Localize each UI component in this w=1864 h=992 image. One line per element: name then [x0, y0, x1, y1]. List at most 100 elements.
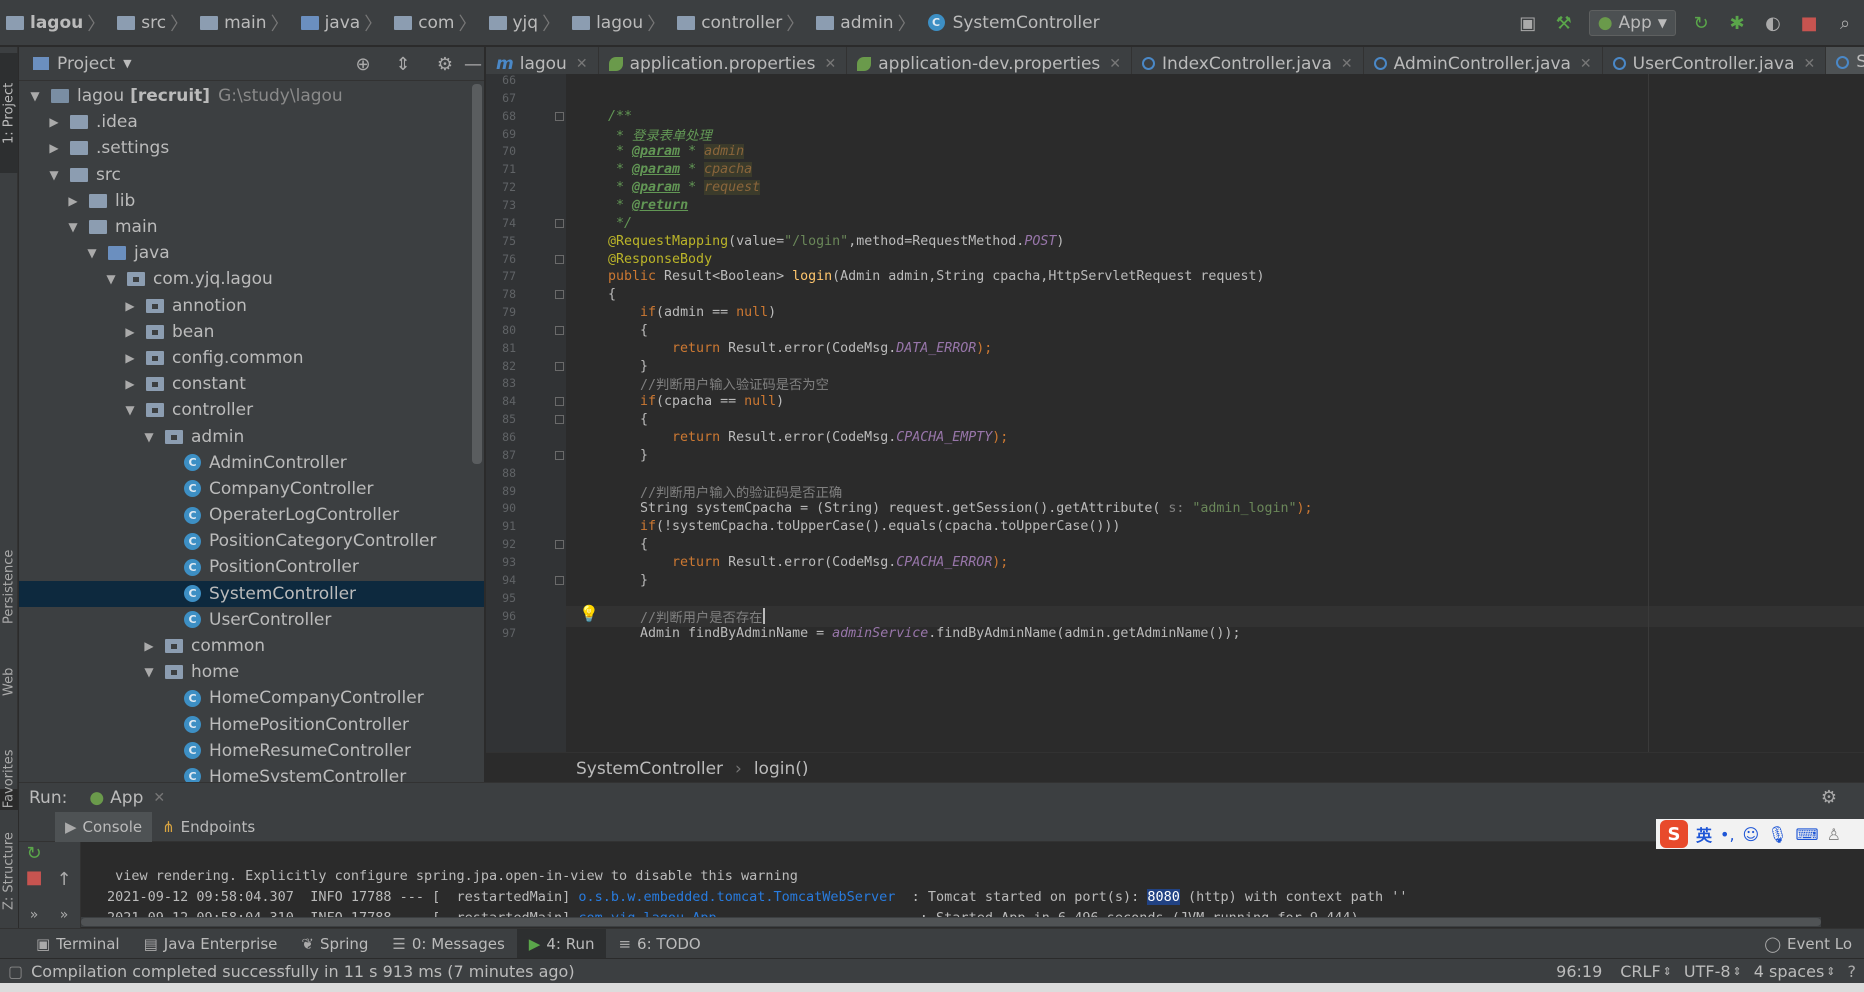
fold-marker-icon[interactable] [555, 218, 564, 228]
tree-item[interactable]: C HomeResumeController [19, 738, 484, 764]
expand-arrow-icon[interactable]: ▼ [67, 220, 79, 234]
gear-icon[interactable]: ⚙ [1818, 787, 1840, 809]
todo-tab[interactable]: ≡ 6: TODO [606, 929, 712, 959]
expand-arrow-icon[interactable]: ▼ [29, 89, 41, 103]
microphone-icon[interactable]: 🎙 [1767, 825, 1787, 844]
console-scrollbar[interactable] [81, 917, 1821, 927]
tree-item[interactable]: ▼ lagou [recruit] G:\study\lagou [19, 83, 484, 109]
locate-icon[interactable]: ⊕ [352, 53, 374, 75]
encoding-select[interactable]: UTF-8 [1684, 962, 1731, 981]
fold-marker-icon[interactable] [555, 254, 564, 264]
persistence-tool-button[interactable]: Persistence [0, 537, 18, 637]
run-tab[interactable]: ▶ 4: Run [516, 928, 607, 959]
status-message[interactable]: Compilation completed successfully in 11… [31, 962, 574, 981]
lock-icon[interactable]: ? [1848, 962, 1857, 981]
gear-icon[interactable]: ⚙ [434, 53, 456, 75]
tree-item[interactable]: C SystemController [19, 580, 484, 607]
project-tool-button[interactable]: 1: Project [0, 53, 18, 173]
collapse-arrow-icon[interactable]: ▶ [124, 325, 136, 339]
chevron-down-icon[interactable]: ▼ [123, 57, 131, 70]
expand-arrow-icon[interactable]: ▼ [124, 403, 136, 417]
breadcrumb-systemcontroller[interactable]: C SystemController [927, 13, 1100, 33]
tree-item[interactable]: ▼ admin [19, 423, 484, 449]
stop-icon[interactable]: ■ [23, 866, 45, 888]
expand-arrow-icon[interactable]: ▼ [48, 168, 60, 182]
hide-panel-icon[interactable]: — [462, 53, 484, 75]
line-separator-select[interactable]: CRLF [1620, 962, 1660, 981]
project-view-select[interactable]: Project [57, 54, 115, 74]
coverage-icon[interactable]: ◐ [1762, 12, 1784, 34]
tree-item[interactable]: ▼ src [19, 162, 484, 188]
tree-item[interactable]: ▶ lib [19, 188, 484, 214]
tree-item[interactable]: ▶ .settings [19, 135, 484, 161]
editor-breadcrumb-method[interactable]: login() [754, 759, 809, 779]
tree-item[interactable]: C OperaterLogController [19, 502, 484, 528]
expand-arrow-icon[interactable]: ▼ [143, 430, 155, 444]
breadcrumb-main[interactable]: main 〉 [200, 10, 294, 36]
event-log-tab[interactable]: ◯ Event Lo [1752, 929, 1864, 959]
caret-position[interactable]: 96:19 [1556, 962, 1602, 981]
expand-arrow-icon[interactable]: ▼ [143, 665, 155, 679]
tree-item[interactable]: ▶ config.common [19, 345, 484, 371]
close-icon[interactable]: ✕ [1580, 56, 1592, 72]
expand-arrow-icon[interactable]: ▼ [105, 272, 117, 286]
ime-language-toggle[interactable]: 英 [1696, 822, 1712, 846]
console-tab[interactable]: ▶ Console [55, 811, 153, 842]
close-icon[interactable]: ✕ [1109, 56, 1121, 72]
web-tool-button[interactable]: Web [0, 652, 18, 712]
fold-marker-icon[interactable] [555, 111, 564, 121]
tree-item[interactable]: ▶ annotion [19, 293, 484, 319]
collapse-arrow-icon[interactable]: ▶ [124, 351, 136, 365]
tree-item[interactable]: C PositionCategoryController [19, 528, 484, 554]
java-enterprise-tab[interactable]: ▤ Java Enterprise [132, 929, 290, 959]
fold-marker-icon[interactable] [555, 575, 564, 585]
breadcrumb-src[interactable]: src 〉 [117, 10, 194, 36]
breadcrumb-com[interactable]: com 〉 [394, 10, 482, 36]
endpoints-tab[interactable]: ⋔ Endpoints [152, 818, 265, 836]
debug-icon[interactable]: ✱ [1726, 12, 1748, 34]
tree-item[interactable]: C HomeSystemController [19, 764, 484, 783]
tree-item[interactable]: ▼ main [19, 214, 484, 240]
tree-item[interactable]: C UserController [19, 607, 484, 633]
collapse-arrow-icon[interactable]: ▶ [124, 377, 136, 391]
more-icon[interactable]: » [53, 904, 75, 926]
spring-tab[interactable]: ❦ Spring [289, 929, 380, 959]
collapse-arrow-icon[interactable]: ▶ [67, 194, 79, 208]
project-scrollbar[interactable] [472, 84, 482, 464]
close-icon[interactable]: ✕ [576, 56, 588, 72]
fold-marker-icon[interactable] [555, 450, 564, 460]
collapse-arrow-icon[interactable]: ▶ [124, 299, 136, 313]
project-structure-icon[interactable]: ▣ [1517, 12, 1539, 34]
rerun-icon[interactable]: ↻ [1690, 12, 1712, 34]
punctuation-icon[interactable]: •, [1720, 825, 1735, 844]
tree-item[interactable]: ▼ com.yjq.lagou [19, 266, 484, 292]
tree-item[interactable]: ▼ home [19, 659, 484, 685]
tree-item[interactable]: C HomeCompanyController [19, 685, 484, 711]
collapse-arrow-icon[interactable]: ▶ [143, 639, 155, 653]
tree-item[interactable]: ▼ java [19, 240, 484, 266]
breadcrumb-controller[interactable]: controller 〉 [677, 10, 810, 36]
editor-breadcrumb-class[interactable]: SystemController [576, 759, 723, 779]
run-config-tab[interactable]: App [110, 788, 143, 808]
user-icon[interactable]: ♙ [1827, 825, 1841, 844]
close-icon[interactable]: ✕ [1341, 56, 1353, 72]
expand-arrow-icon[interactable]: ▼ [86, 246, 98, 260]
tree-item[interactable]: ▶ bean [19, 319, 484, 345]
terminal-tab[interactable]: ▣ Terminal [24, 929, 132, 959]
fold-marker-icon[interactable] [555, 415, 564, 425]
breadcrumb-lagou[interactable]: lagou 〉 [572, 10, 671, 36]
fold-marker-icon[interactable] [555, 325, 564, 335]
close-icon[interactable]: ✕ [153, 790, 165, 806]
build-hammer-icon[interactable]: ⚒ [1553, 12, 1575, 34]
fold-marker-icon[interactable] [555, 361, 564, 371]
fold-marker-icon[interactable] [555, 540, 564, 550]
collapse-all-icon[interactable]: ⇕ [392, 53, 414, 75]
breadcrumb-project[interactable]: lagou 〉 [6, 10, 111, 36]
tree-item[interactable]: ▶ common [19, 633, 484, 659]
tree-item[interactable]: ▶ constant [19, 371, 484, 397]
breadcrumb-admin[interactable]: admin 〉 [816, 10, 921, 36]
breadcrumb-yjq[interactable]: yjq 〉 [488, 10, 567, 36]
intention-bulb-icon[interactable]: 💡 [579, 604, 599, 623]
arrow-up-icon[interactable]: ↑ [53, 868, 75, 890]
fold-marker-icon[interactable] [555, 397, 564, 407]
